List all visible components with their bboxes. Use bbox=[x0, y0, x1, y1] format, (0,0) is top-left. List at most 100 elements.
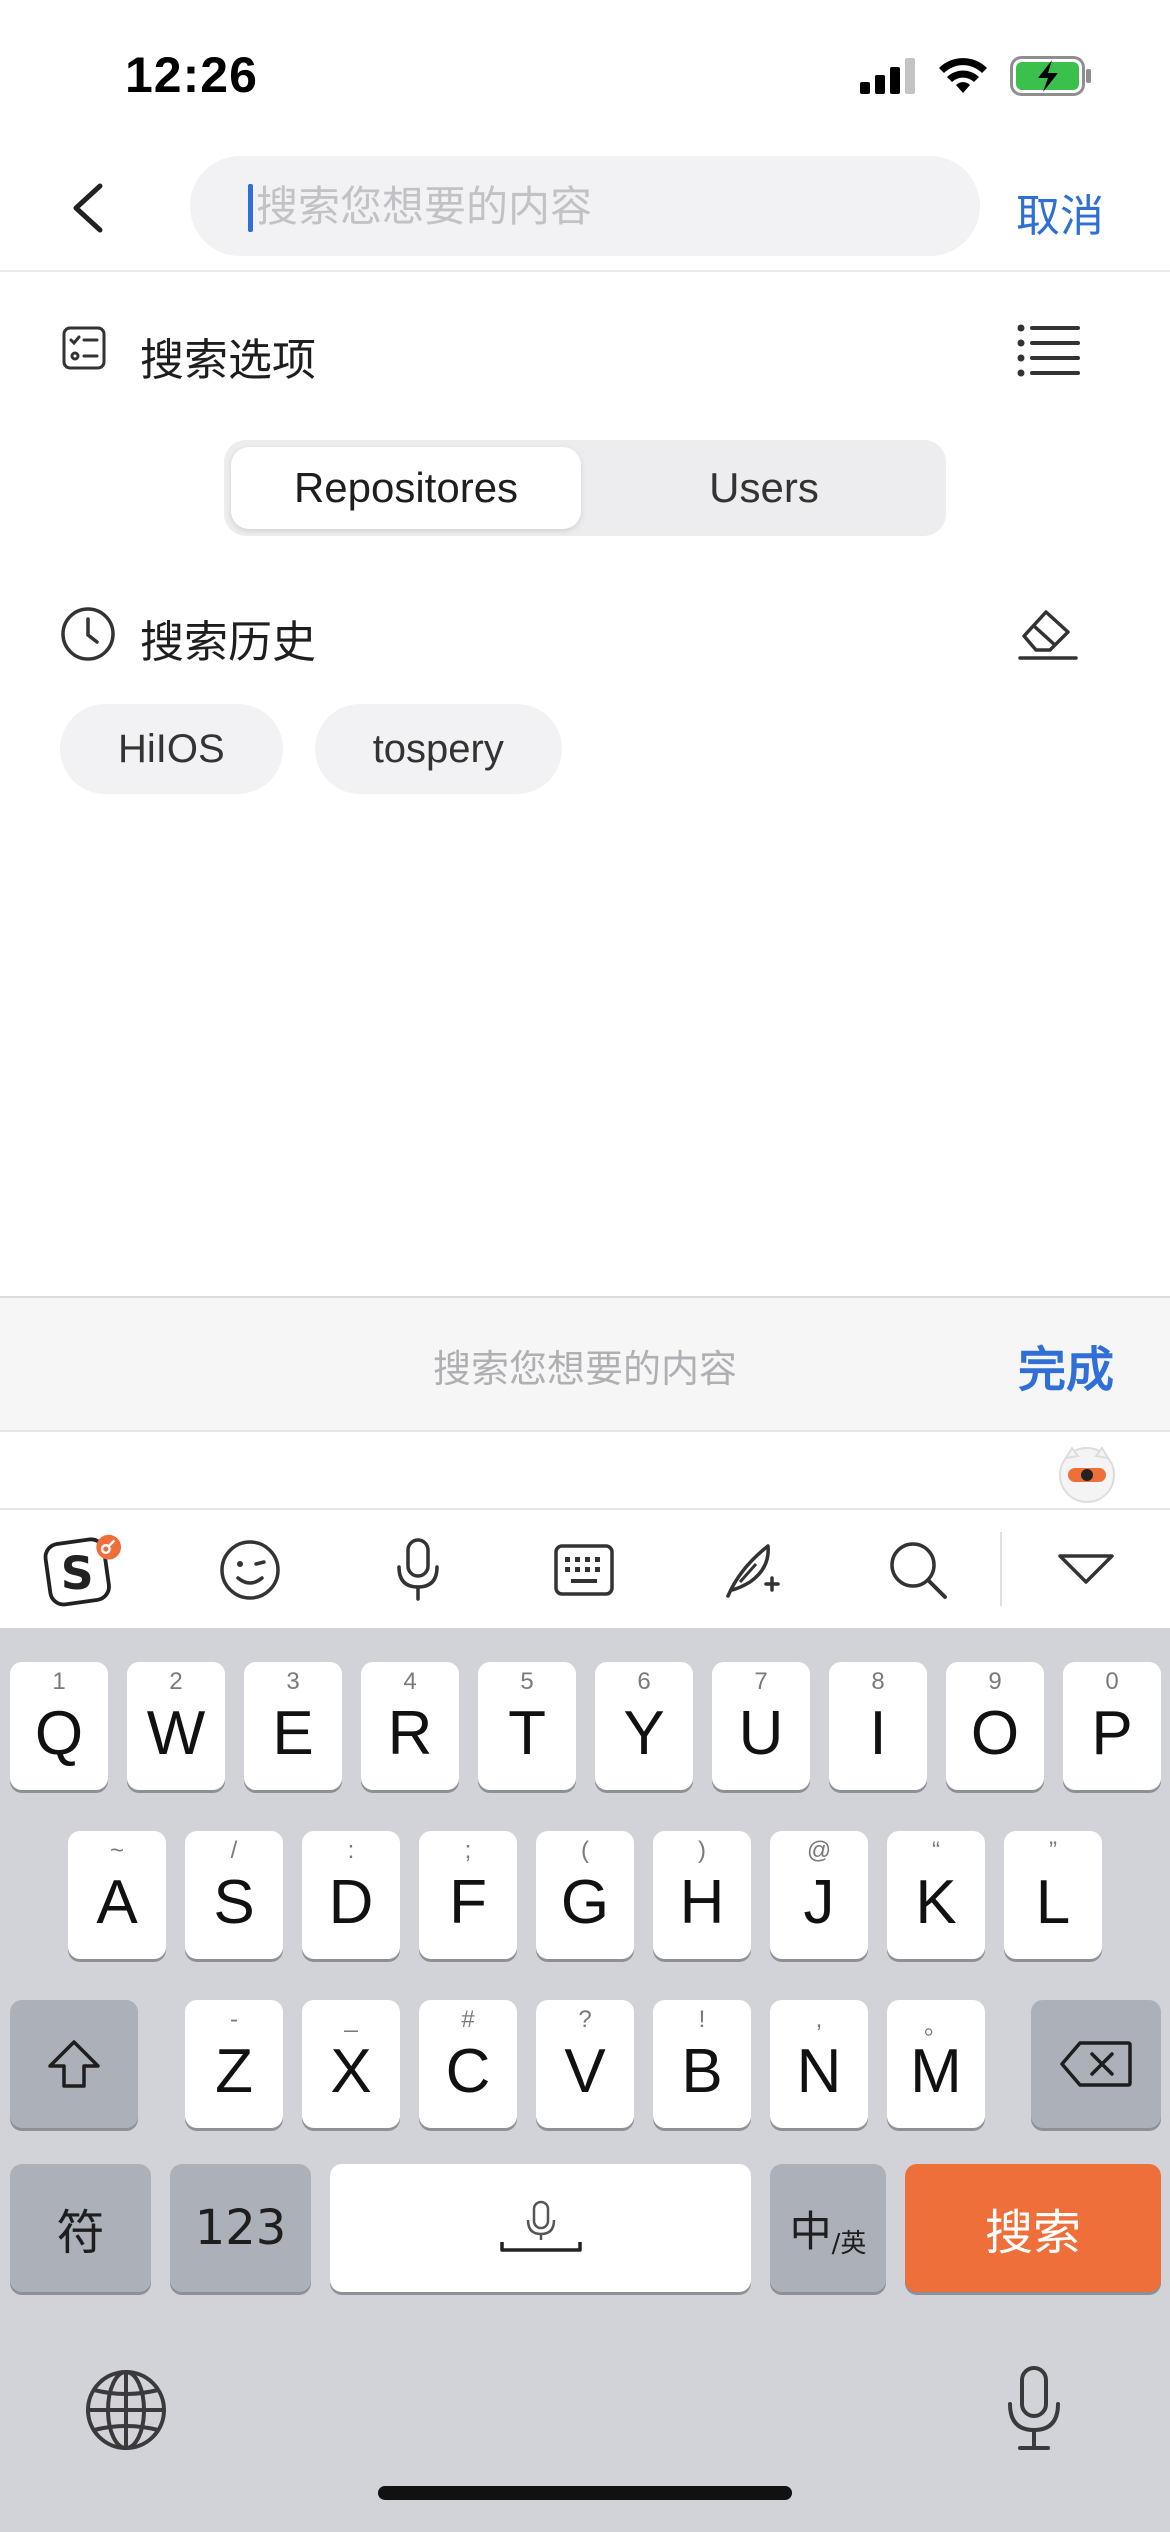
key-label: W bbox=[146, 1698, 206, 1768]
search-options-title: 搜索选项 bbox=[140, 335, 316, 386]
key-t[interactable]: 5T bbox=[478, 1662, 576, 1790]
key-label: E bbox=[272, 1698, 314, 1768]
symbols-label: 符 bbox=[56, 2205, 105, 2261]
key-hint: 6 bbox=[637, 1668, 651, 1695]
back-button[interactable] bbox=[60, 178, 120, 238]
keyboard-toolbar: S bbox=[0, 1510, 1170, 1628]
key-hint: 5 bbox=[520, 1668, 534, 1695]
checklist-icon bbox=[60, 324, 114, 378]
cellular-signal-icon bbox=[860, 58, 915, 94]
key-hint: 0 bbox=[1105, 1668, 1119, 1695]
key-o[interactable]: 9O bbox=[946, 1662, 1044, 1790]
key-hint: 3 bbox=[286, 1668, 300, 1695]
search-header: 取消 bbox=[0, 150, 1170, 272]
key-hint: / bbox=[230, 1837, 238, 1864]
svg-text:S: S bbox=[61, 1547, 94, 1600]
space-mic-icon bbox=[499, 2200, 582, 2252]
key-h[interactable]: ) H bbox=[653, 1831, 751, 1959]
history-chips: HiIOS tospery bbox=[60, 704, 562, 794]
clear-history-button[interactable] bbox=[1016, 602, 1080, 664]
key-hint: 。 bbox=[924, 2013, 948, 2040]
key-label: T bbox=[508, 1698, 546, 1768]
key-label: D bbox=[328, 1867, 374, 1937]
key-m[interactable]: 。 M bbox=[887, 2000, 985, 2128]
search-input[interactable] bbox=[256, 156, 956, 256]
hide-keyboard-button[interactable] bbox=[1046, 1532, 1126, 1608]
key-hint: ” bbox=[1049, 1837, 1057, 1864]
key-p[interactable]: 0P bbox=[1063, 1662, 1161, 1790]
key-label: Y bbox=[623, 1698, 665, 1768]
key-g[interactable]: (G bbox=[536, 1831, 634, 1959]
key-hint: ! bbox=[698, 2006, 706, 2033]
backspace-key[interactable] bbox=[1031, 2000, 1161, 2128]
key-label: U bbox=[738, 1698, 784, 1768]
key-q[interactable]: 1Q bbox=[10, 1662, 108, 1790]
list-menu-button[interactable] bbox=[1016, 320, 1080, 382]
key-label: I bbox=[869, 1698, 887, 1768]
key-a[interactable]: ~ A bbox=[68, 1831, 166, 1959]
numbers-label: 123 bbox=[194, 2200, 287, 2256]
keyboard-layout-button[interactable] bbox=[544, 1532, 624, 1608]
home-indicator[interactable] bbox=[378, 2486, 792, 2500]
key-label: B bbox=[681, 2036, 723, 2106]
handwriting-button[interactable] bbox=[712, 1532, 792, 1608]
key-label: F bbox=[449, 1867, 487, 1937]
mascot-icon[interactable] bbox=[1056, 1442, 1118, 1504]
list-icon bbox=[1017, 324, 1080, 377]
done-button[interactable]: 完成 bbox=[1018, 1330, 1114, 1400]
globe-button[interactable] bbox=[84, 2368, 168, 2452]
key-hint: 9 bbox=[988, 1668, 1002, 1695]
key-x[interactable]: _ X bbox=[302, 2000, 400, 2128]
key-e[interactable]: 3E bbox=[244, 1662, 342, 1790]
history-chip[interactable]: HiIOS bbox=[60, 704, 283, 794]
status-time: 12:26 bbox=[125, 47, 258, 103]
key-label: P bbox=[1091, 1698, 1133, 1768]
key-b[interactable]: ! B bbox=[653, 2000, 751, 2128]
language-switch-key[interactable]: 中 /英 bbox=[770, 2164, 886, 2292]
dictation-button[interactable] bbox=[1002, 2364, 1066, 2454]
shift-key[interactable] bbox=[10, 2000, 138, 2128]
key-hint: , bbox=[815, 2006, 823, 2033]
key-v[interactable]: ? V bbox=[536, 2000, 634, 2128]
key-k[interactable]: “K bbox=[887, 1831, 985, 1959]
segment-repositories[interactable]: Repositores bbox=[231, 447, 581, 529]
key-f[interactable]: ; F bbox=[419, 1831, 517, 1959]
key-hint: 1 bbox=[52, 1668, 66, 1695]
cancel-button[interactable]: 取消 bbox=[1016, 180, 1104, 244]
keyboard: 1Q 2W 3E 4R 5T 6Y 7U 8I 9O 0P ~ A / S :D ;… bbox=[0, 1628, 1170, 2532]
key-w[interactable]: 2W bbox=[127, 1662, 225, 1790]
history-chip[interactable]: tospery bbox=[314, 704, 562, 794]
globe-icon bbox=[86, 2370, 166, 2450]
key-label: K bbox=[915, 1867, 957, 1937]
symbols-key[interactable]: 符 bbox=[10, 2164, 151, 2292]
microphone-icon bbox=[1008, 2366, 1060, 2450]
search-icon bbox=[890, 1542, 947, 1599]
key-hint: - bbox=[230, 2006, 238, 2033]
key-hint: ? bbox=[578, 2006, 592, 2033]
key-label: Z bbox=[215, 2036, 253, 2106]
voice-input-button[interactable] bbox=[378, 1532, 458, 1608]
space-key[interactable] bbox=[330, 2164, 751, 2292]
key-i[interactable]: 8I bbox=[829, 1662, 927, 1790]
key-l[interactable]: ” L bbox=[1004, 1831, 1102, 1959]
key-r[interactable]: 4R bbox=[361, 1662, 459, 1790]
key-d[interactable]: :D bbox=[302, 1831, 400, 1959]
segment-users[interactable]: Users bbox=[589, 447, 939, 529]
search-key[interactable]: 搜索 bbox=[905, 2164, 1161, 2292]
search-box[interactable] bbox=[190, 156, 980, 256]
key-label: A bbox=[96, 1867, 138, 1937]
keyboard-search-button[interactable] bbox=[878, 1532, 958, 1608]
key-j[interactable]: @ J bbox=[770, 1831, 868, 1959]
key-u[interactable]: 7U bbox=[712, 1662, 810, 1790]
language-sub-label: /英 bbox=[831, 2228, 867, 2259]
numbers-key[interactable]: 123 bbox=[170, 2164, 311, 2292]
sogou-logo-button[interactable]: S bbox=[42, 1532, 122, 1608]
key-n[interactable]: ,N bbox=[770, 2000, 868, 2128]
key-z[interactable]: -Z bbox=[185, 2000, 283, 2128]
candidate-strip bbox=[0, 1432, 1170, 1510]
key-s[interactable]: / S bbox=[185, 1831, 283, 1959]
battery-charging-icon bbox=[1010, 56, 1091, 96]
key-c[interactable]: # C bbox=[419, 2000, 517, 2128]
emoji-button[interactable] bbox=[210, 1532, 290, 1608]
key-y[interactable]: 6Y bbox=[595, 1662, 693, 1790]
